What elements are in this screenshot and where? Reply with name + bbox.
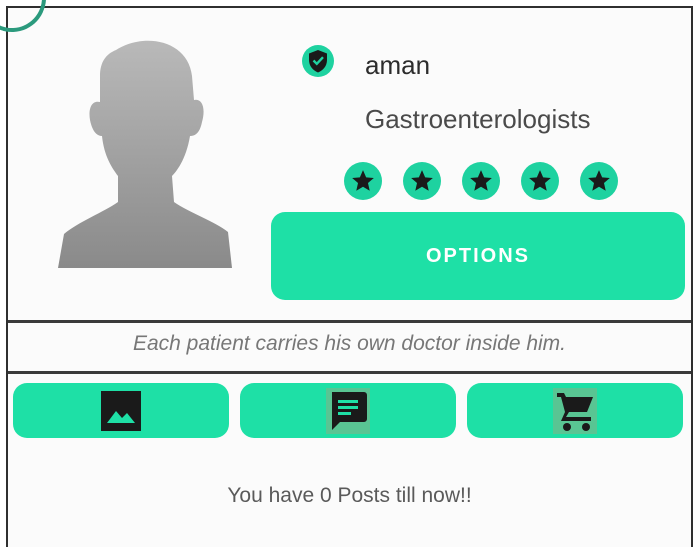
star-icon — [403, 162, 441, 200]
options-button[interactable]: OPTIONS — [271, 212, 685, 300]
posts-count-message: You have 0 Posts till now!! — [227, 484, 472, 507]
person-silhouette-icon — [58, 40, 232, 268]
profile-screen: aman Gastroenterologists OPTIONS — [0, 0, 693, 547]
doctor-specialty: Gastroenterologists — [365, 104, 591, 134]
divider-bottom — [8, 371, 691, 374]
star-icon — [344, 162, 382, 200]
cart-icon — [553, 387, 597, 434]
rating-stars — [344, 162, 618, 200]
tab-gallery[interactable] — [13, 383, 229, 438]
divider-top — [8, 320, 691, 323]
image-icon — [99, 388, 143, 434]
profile-quote: Each patient carries his own doctor insi… — [132, 332, 567, 355]
back-arc-decoration — [0, 0, 56, 42]
doctor-name: aman — [365, 50, 431, 80]
star-icon — [521, 162, 559, 200]
message-icon — [326, 387, 370, 434]
shield-check-icon — [302, 45, 334, 77]
star-icon — [580, 162, 618, 200]
tab-messages[interactable] — [240, 383, 456, 438]
star-icon — [462, 162, 500, 200]
avatar — [58, 40, 232, 268]
tab-cart[interactable] — [467, 383, 683, 438]
